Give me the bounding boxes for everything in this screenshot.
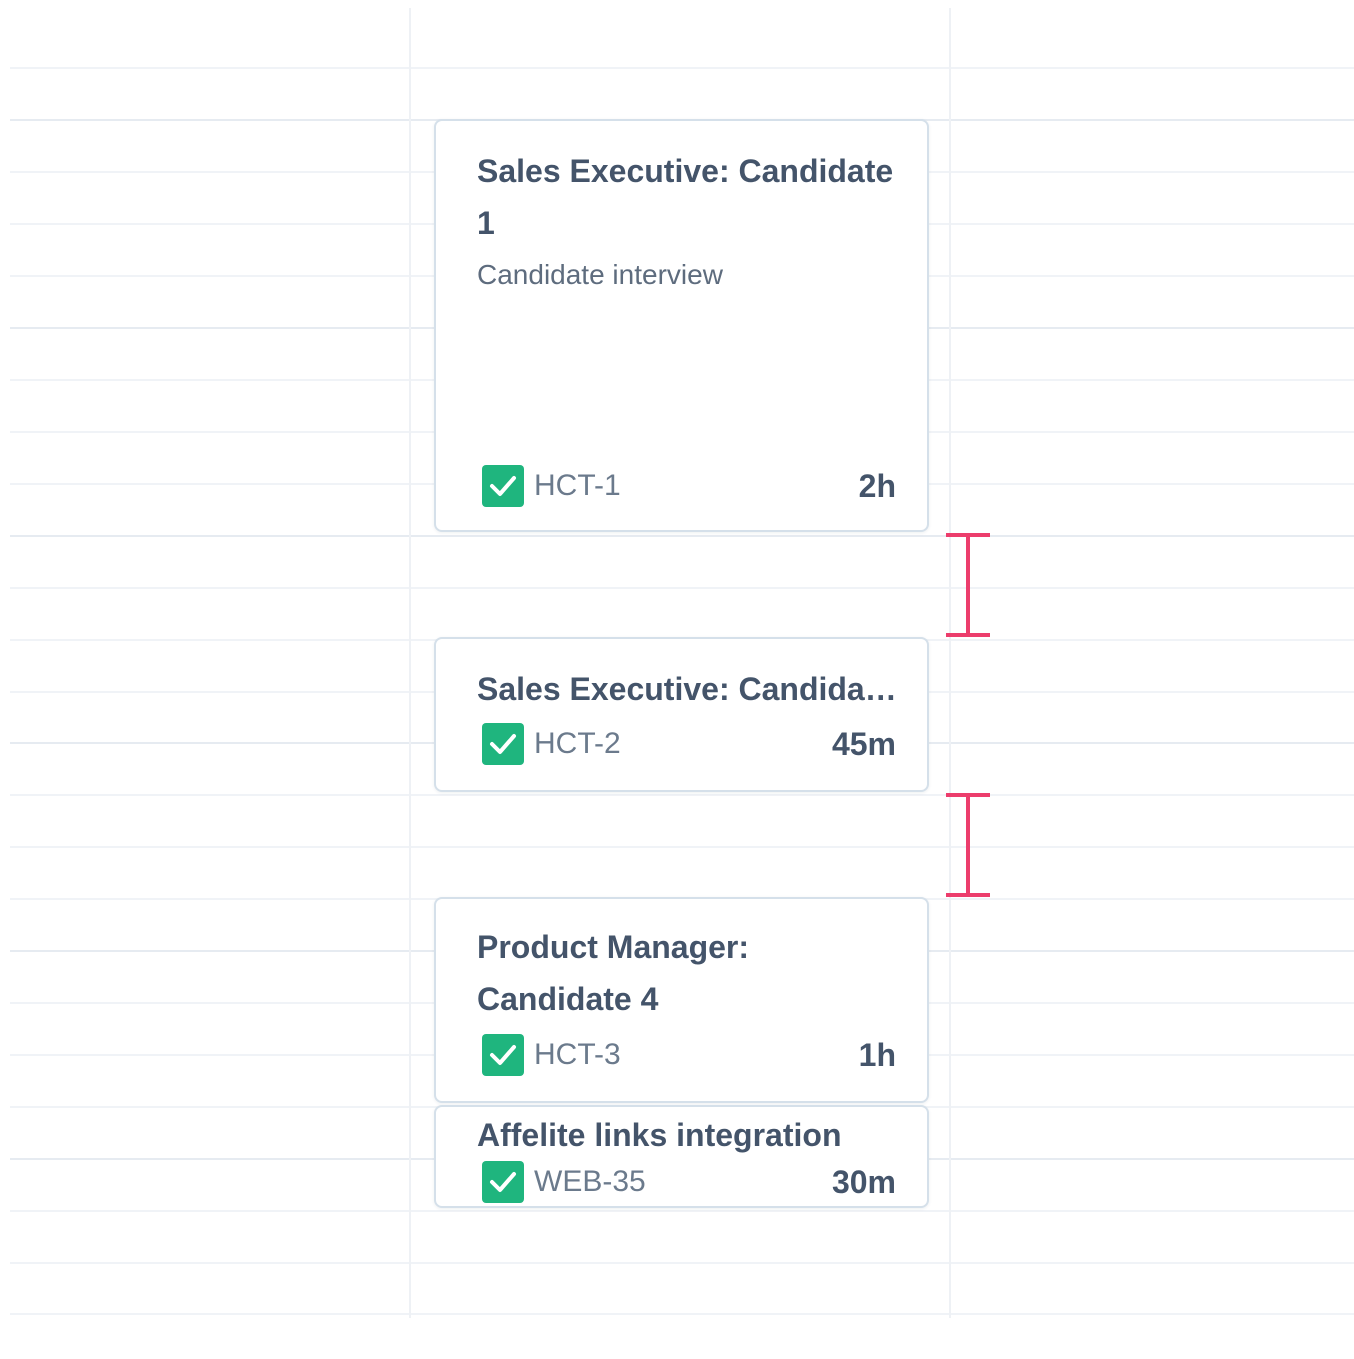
event-footer: HCT-3 1h [482,1034,896,1076]
grid-line [10,1313,1354,1315]
grid-line [10,794,1354,796]
grid-line [10,67,1354,69]
event-duration: 1h [858,1037,896,1073]
check-icon [482,723,524,765]
check-icon [482,1034,524,1076]
grid-line [10,1210,1354,1212]
grid-line [10,846,1354,848]
column-divider [949,8,951,1318]
event-title: Sales Executive: Candidate 2 [477,671,903,707]
gap-marker [946,533,990,637]
event-description: Candidate interview [477,259,723,290]
event-title: Sales Executive: Candidate 1 [477,153,894,241]
check-icon [482,465,524,507]
grid-line [10,535,1354,537]
event-card[interactable]: Sales Executive: Candidate 1 Candidate i… [434,119,929,532]
calendar-day-view: Sales Executive: Candidate 1 Candidate i… [0,0,1354,1359]
event-duration: 45m [831,726,896,762]
event-title: Affelite links integration [477,1117,842,1153]
gap-marker [946,793,990,897]
event-footer: WEB-35 30m [482,1161,896,1203]
grid-line [10,1262,1354,1264]
event-card[interactable]: Affelite links integration WEB-35 30m [434,1105,929,1208]
issue-key-link[interactable]: HCT-2 [534,723,621,765]
event-card[interactable]: Sales Executive: Candidate 2 HCT-2 45m [434,637,929,792]
issue-key-link[interactable]: WEB-35 [534,1161,646,1203]
issue-key-link[interactable]: HCT-1 [534,465,621,507]
grid-line [10,587,1354,589]
event-duration: 2h [858,468,896,504]
column-divider [409,8,411,1318]
event-duration: 30m [831,1164,896,1200]
event-title: Product Manager: Candidate 4 [477,929,750,1017]
issue-key-link[interactable]: HCT-3 [534,1034,621,1076]
event-card[interactable]: Product Manager: Candidate 4 HCT-3 1h [434,897,929,1103]
event-footer: HCT-1 2h [482,465,896,507]
check-icon [482,1161,524,1203]
event-footer: HCT-2 45m [482,723,896,765]
